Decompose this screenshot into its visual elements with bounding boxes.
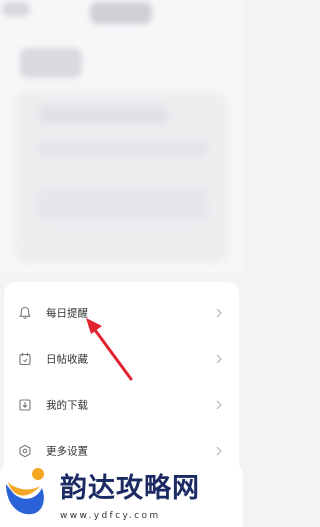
chevron-right-icon — [216, 354, 222, 364]
chevron-right-icon — [216, 308, 222, 318]
watermark-url: www.ydfcy.com — [60, 511, 161, 521]
bell-icon — [19, 306, 31, 319]
blurred-element — [38, 190, 208, 220]
menu-item-label: 更多设置 — [46, 445, 88, 458]
chevron-right-icon — [216, 400, 222, 410]
blurred-element — [38, 106, 168, 124]
blurred-header-area — [0, 0, 243, 272]
menu-item-saved-posts[interactable]: 日帖收藏 — [4, 336, 239, 382]
watermark-title: 韵达攻略网 — [60, 473, 200, 504]
menu-item-label: 日帖收藏 — [46, 353, 88, 366]
settings-icon — [19, 444, 31, 458]
menu-item-label: 每日提醒 — [46, 307, 88, 320]
download-icon — [19, 399, 31, 411]
chevron-right-icon — [216, 446, 222, 456]
blurred-element — [90, 2, 152, 24]
calendar-icon — [19, 353, 31, 366]
blurred-element — [2, 2, 30, 16]
blurred-element — [20, 48, 82, 78]
menu-item-label: 我的下载 — [46, 399, 88, 412]
menu-item-my-downloads[interactable]: 我的下载 — [4, 382, 239, 428]
watermark-logo — [6, 468, 44, 515]
menu-item-daily-reminder[interactable]: 每日提醒 — [4, 290, 239, 336]
blurred-element — [38, 142, 208, 156]
